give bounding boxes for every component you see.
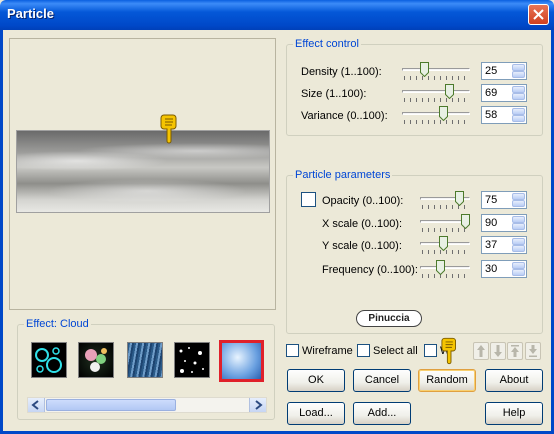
variance-input[interactable]: 58 xyxy=(481,106,527,124)
effect-control-title: Effect control xyxy=(293,38,361,50)
x-scale-up-button[interactable] xyxy=(512,216,525,223)
window-title: Particle xyxy=(7,6,54,21)
variance-ticks xyxy=(404,120,468,124)
size-slider-thumb[interactable] xyxy=(445,84,455,99)
y-scale-up-button[interactable] xyxy=(512,238,525,245)
frequency-label: Frequency (0..100): xyxy=(322,264,418,276)
option-w-checkbox[interactable] xyxy=(424,344,437,357)
title-bar: Particle xyxy=(0,0,554,30)
gallery-scrollbar[interactable] xyxy=(27,397,267,413)
wireframe-checkbox[interactable] xyxy=(286,344,299,357)
size-ticks xyxy=(404,98,468,102)
wireframe-label: Wireframe xyxy=(302,345,353,357)
move-down-button[interactable] xyxy=(490,342,506,360)
variance-slider[interactable] xyxy=(402,112,470,115)
x-scale-input[interactable]: 90 xyxy=(481,214,527,232)
size-label: Size (1..100): xyxy=(301,88,367,100)
pointing-hand-icon xyxy=(160,114,177,144)
select-all-label: Select all xyxy=(373,345,418,357)
scroll-right-button[interactable] xyxy=(249,398,266,412)
size-value: 69 xyxy=(485,87,498,99)
close-icon xyxy=(533,9,544,20)
pointing-hand-icon xyxy=(441,337,456,365)
density-slider-thumb[interactable] xyxy=(419,62,429,77)
opacity-slider-thumb[interactable] xyxy=(454,191,464,206)
frequency-value: 30 xyxy=(485,263,498,275)
bubbles-icon xyxy=(35,347,62,373)
effect-tile-cloud[interactable] xyxy=(219,340,264,382)
frequency-slider[interactable] xyxy=(420,266,470,269)
opacity-checkbox[interactable] xyxy=(301,192,316,207)
spheres-icon xyxy=(85,348,107,372)
size-up-button[interactable] xyxy=(512,86,525,93)
move-top-button[interactable] xyxy=(507,342,523,360)
opacity-down-button[interactable] xyxy=(512,200,525,207)
opacity-up-button[interactable] xyxy=(512,193,525,200)
ok-button[interactable]: OK xyxy=(287,369,345,392)
move-bottom-button[interactable] xyxy=(525,342,541,360)
opacity-input[interactable]: 75 xyxy=(481,191,527,209)
help-button[interactable]: Help xyxy=(485,402,543,425)
add-button[interactable]: Add... xyxy=(353,402,411,425)
x-scale-value: 90 xyxy=(485,217,498,229)
density-label: Density (1..100): xyxy=(301,66,382,78)
y-scale-slider-thumb[interactable] xyxy=(438,236,448,251)
frequency-slider-thumb[interactable] xyxy=(435,260,445,275)
effect-tile-bubbles[interactable] xyxy=(31,342,67,378)
close-button[interactable] xyxy=(528,4,549,25)
arrow-bottom-icon xyxy=(529,345,537,357)
variance-up-button[interactable] xyxy=(512,108,525,115)
arrow-left-icon xyxy=(31,400,39,410)
scroll-thumb[interactable] xyxy=(46,399,176,411)
density-value: 25 xyxy=(485,65,498,77)
y-scale-input[interactable]: 37 xyxy=(481,236,527,254)
arrow-down-icon xyxy=(494,345,502,357)
scroll-left-button[interactable] xyxy=(28,398,45,412)
effect-tile-spheres[interactable] xyxy=(78,342,114,378)
x-scale-slider-thumb[interactable] xyxy=(460,214,470,229)
y-scale-label: Y scale (0..100): xyxy=(322,240,402,252)
variance-value: 58 xyxy=(485,109,498,121)
about-button[interactable]: About xyxy=(485,369,543,392)
x-scale-down-button[interactable] xyxy=(512,223,525,230)
frequency-up-button[interactable] xyxy=(512,262,525,269)
frequency-input[interactable]: 30 xyxy=(481,260,527,278)
particle-parameters-title: Particle parameters xyxy=(293,169,393,181)
effect-tile-rain[interactable] xyxy=(127,342,163,378)
size-down-button[interactable] xyxy=(512,93,525,100)
arrow-right-icon xyxy=(255,400,263,410)
opacity-value: 75 xyxy=(485,194,498,206)
frequency-ticks xyxy=(422,274,468,278)
select-all-checkbox[interactable] xyxy=(357,344,370,357)
y-scale-down-button[interactable] xyxy=(512,245,525,252)
variance-down-button[interactable] xyxy=(512,115,525,122)
random-button[interactable]: Random xyxy=(418,369,476,392)
density-ticks xyxy=(404,76,468,80)
x-scale-label: X scale (0..100): xyxy=(322,218,403,230)
density-up-button[interactable] xyxy=(512,64,525,71)
density-slider[interactable] xyxy=(402,68,470,71)
density-down-button[interactable] xyxy=(512,71,525,78)
size-input[interactable]: 69 xyxy=(481,84,527,102)
move-up-button[interactable] xyxy=(473,342,489,360)
size-slider[interactable] xyxy=(402,90,470,93)
y-scale-value: 37 xyxy=(485,239,498,251)
density-input[interactable]: 25 xyxy=(481,62,527,80)
variance-slider-thumb[interactable] xyxy=(438,106,448,121)
opacity-label: Opacity (0..100): xyxy=(322,195,404,207)
stars-icon xyxy=(179,347,204,373)
arrow-up-icon xyxy=(477,345,485,357)
cancel-button[interactable]: Cancel xyxy=(353,369,411,392)
arrow-top-icon xyxy=(511,345,519,357)
variance-label: Variance (0..100): xyxy=(301,110,388,122)
effect-gallery-title: Effect: Cloud xyxy=(24,318,91,330)
cloud-preview-image xyxy=(16,130,270,213)
watermark-logo: Pinuccia xyxy=(356,310,422,327)
load-button[interactable]: Load... xyxy=(287,402,345,425)
frequency-down-button[interactable] xyxy=(512,269,525,276)
effect-tile-stars[interactable] xyxy=(174,342,210,378)
